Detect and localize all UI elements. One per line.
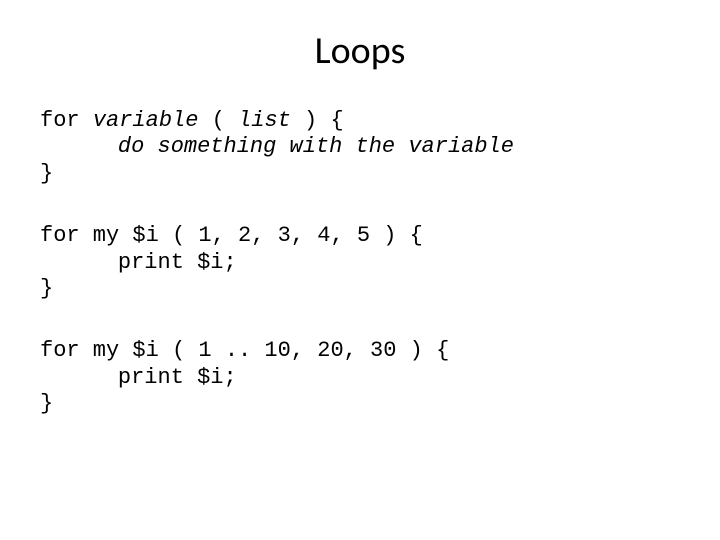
code-line: for my $i ( 1, 2, 3, 4, 5 ) {	[40, 223, 680, 249]
code-line: for my $i ( 1 .. 10, 20, 30 ) {	[40, 338, 680, 364]
code-variable-placeholder: variable	[93, 108, 199, 133]
code-list-placeholder: list	[238, 108, 291, 133]
code-text: (	[198, 108, 238, 133]
slide-container: Loops for variable ( list ) {do somethin…	[0, 0, 720, 540]
code-text: ) {	[291, 108, 344, 133]
code-line: for variable ( list ) {	[40, 108, 680, 134]
code-text: for	[40, 108, 93, 133]
code-line: }	[40, 161, 680, 187]
code-line: print $i;	[40, 365, 680, 391]
code-block-example-1: for my $i ( 1, 2, 3, 4, 5 ) {print $i;}	[40, 223, 680, 302]
code-line: }	[40, 391, 680, 417]
code-block-example-2: for my $i ( 1 .. 10, 20, 30 ) {print $i;…	[40, 338, 680, 417]
code-line: }	[40, 276, 680, 302]
code-line: print $i;	[40, 250, 680, 276]
code-body-placeholder: do something with the variable	[40, 134, 680, 160]
slide-title: Loops	[40, 28, 680, 74]
code-block-syntax: for variable ( list ) {do something with…	[40, 108, 680, 187]
